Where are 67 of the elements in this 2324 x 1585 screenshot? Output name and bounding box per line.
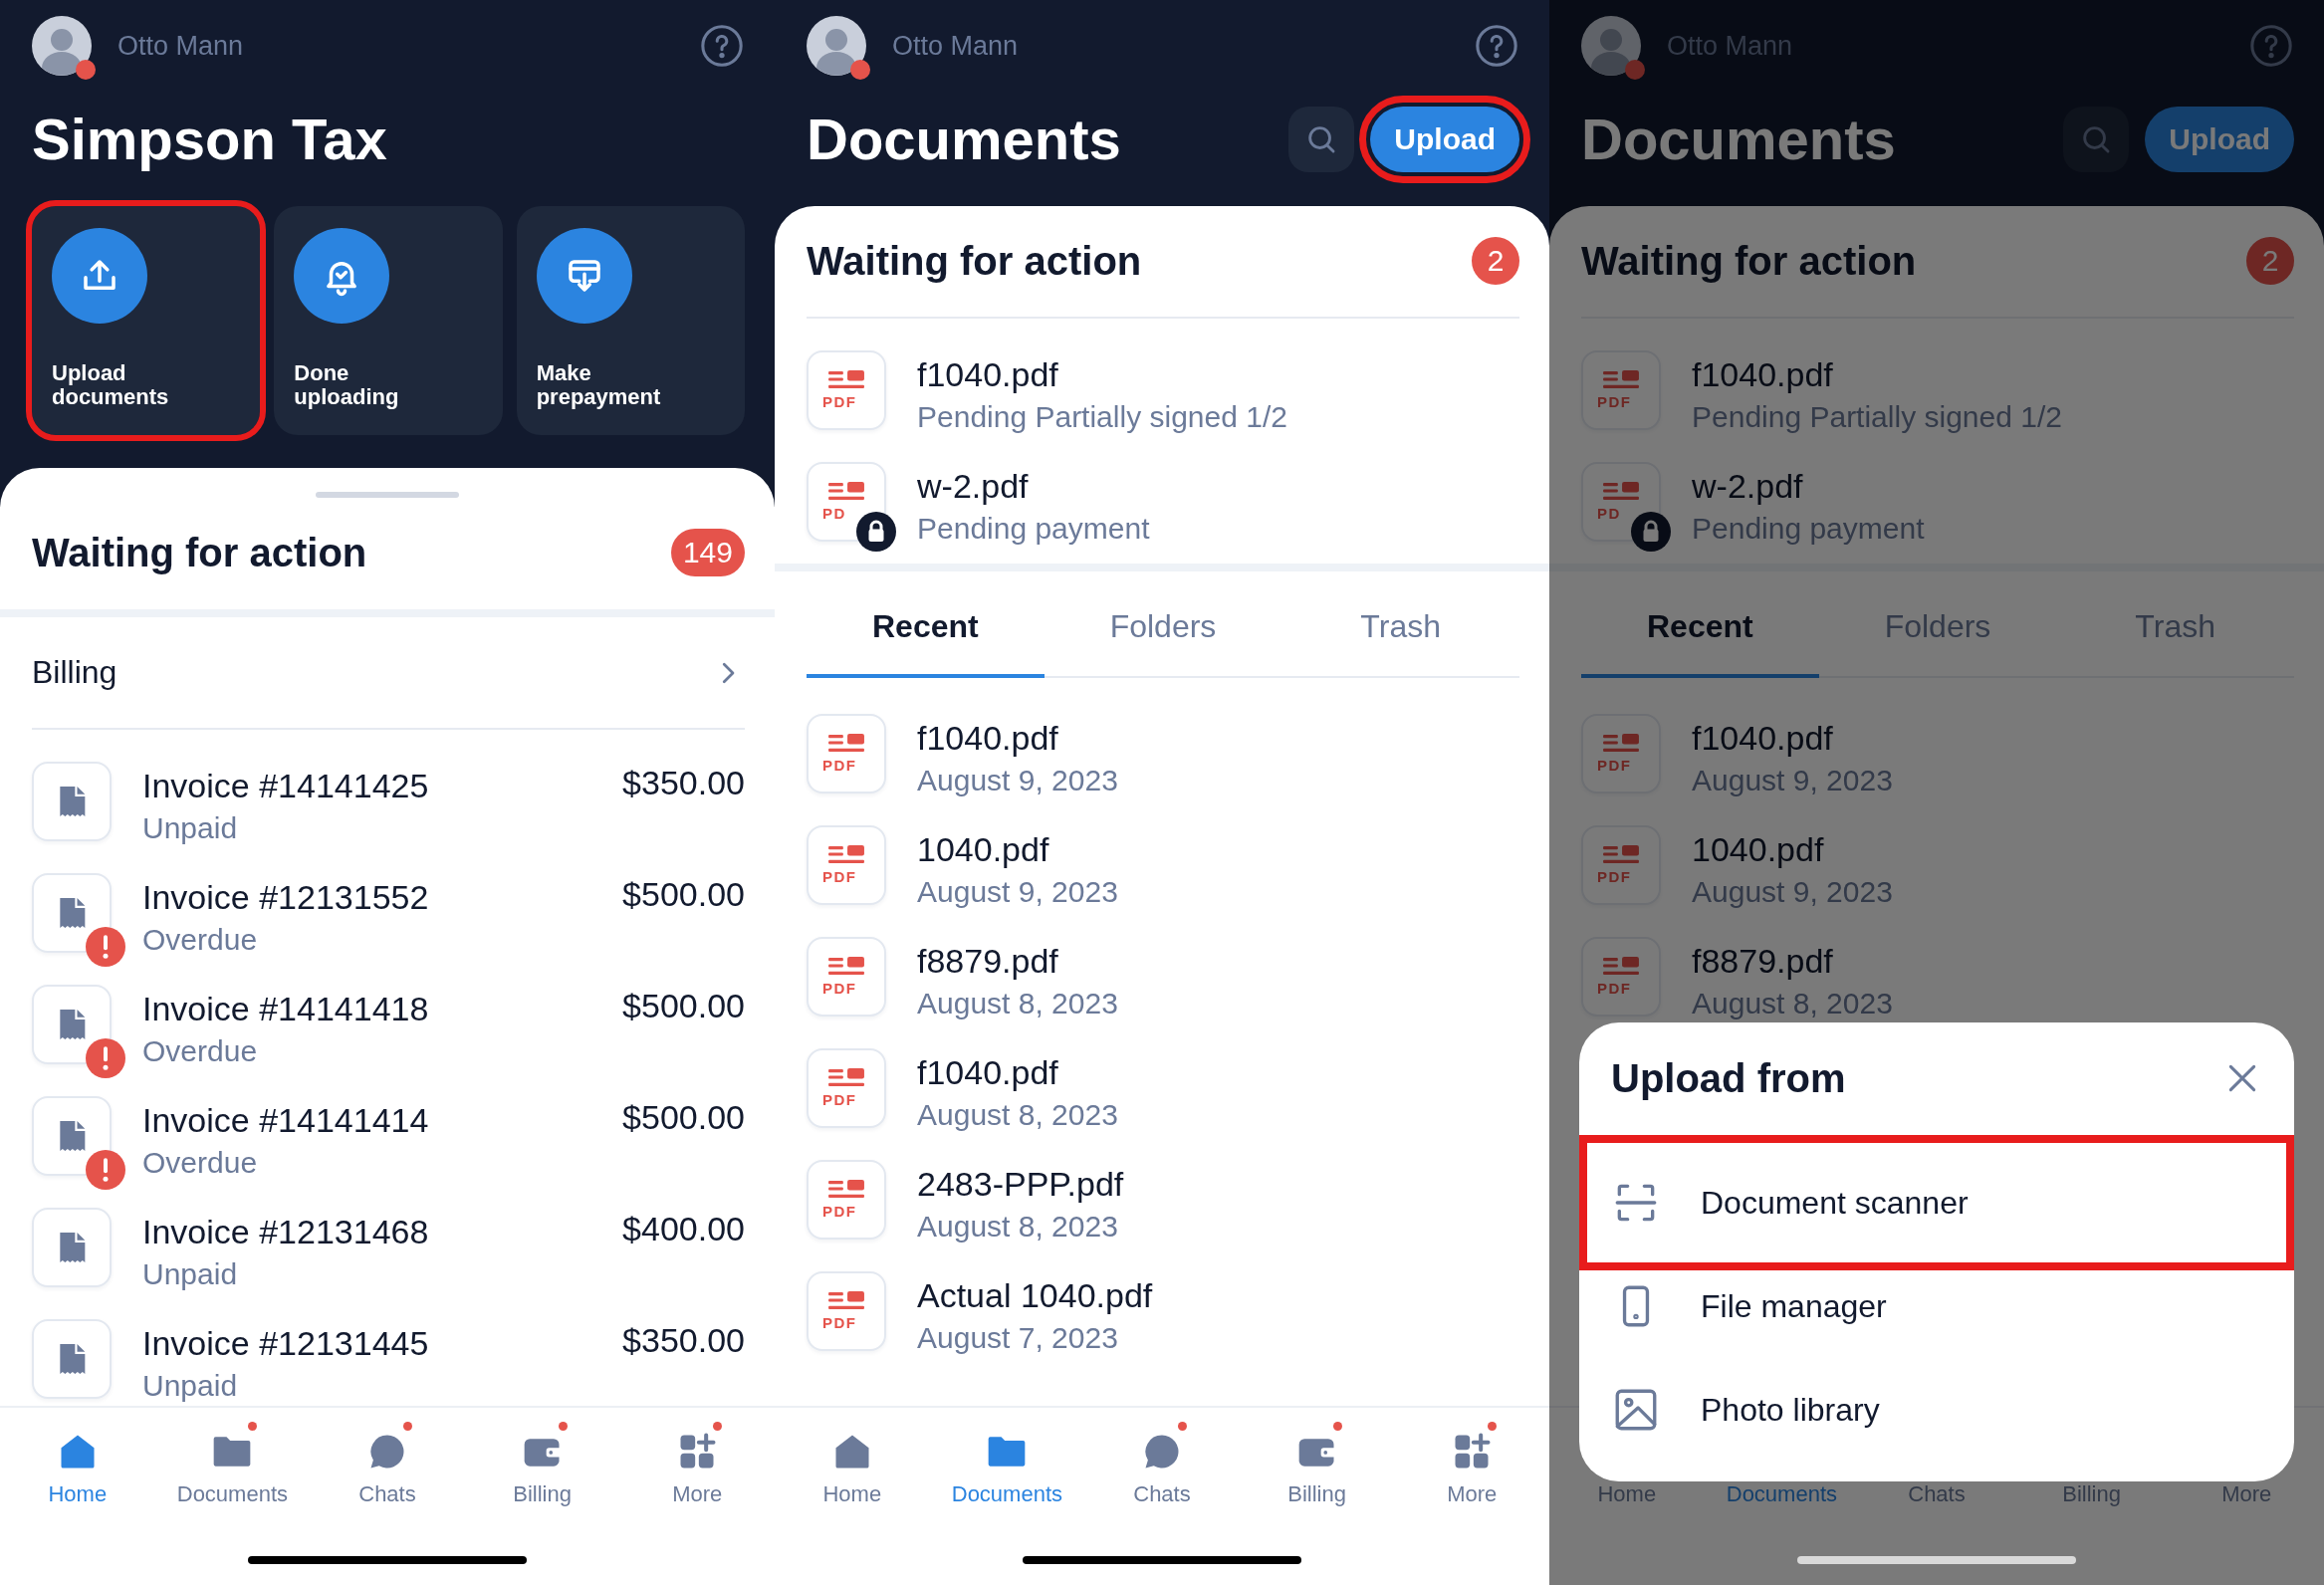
invoice-title: Invoice #12131445 bbox=[142, 1323, 430, 1364]
file-date: August 9, 2023 bbox=[917, 763, 1119, 798]
file-name: w-2.pdf bbox=[1692, 466, 1804, 507]
pdf-icon: PDF bbox=[1581, 714, 1661, 793]
pdf-icon: PDF bbox=[807, 937, 886, 1017]
invoice-amount: $350.00 bbox=[622, 1320, 745, 1361]
file-date: August 7, 2023 bbox=[917, 1320, 1119, 1356]
file-name: w-2.pdf bbox=[917, 466, 1030, 507]
section-title: Waiting for action bbox=[32, 530, 367, 575]
pdf-icon: PDF bbox=[807, 350, 886, 430]
file-date: August 8, 2023 bbox=[1692, 986, 1894, 1021]
file-date: August 9, 2023 bbox=[1692, 874, 1894, 910]
file-name: f1040.pdf bbox=[917, 718, 1059, 759]
file-name: f1040.pdf bbox=[1692, 718, 1834, 759]
file-status: Pending payment bbox=[917, 511, 1151, 547]
pdf-icon: PDF bbox=[807, 1048, 886, 1128]
invoice-amount: $350.00 bbox=[622, 763, 745, 803]
file-date: August 9, 2023 bbox=[1692, 763, 1894, 798]
file-name: Actual 1040.pdf bbox=[917, 1275, 1154, 1316]
file-status: Pending payment bbox=[1692, 511, 1926, 547]
pdf-icon: PDF bbox=[807, 1160, 886, 1240]
invoice-status: Unpaid bbox=[142, 1368, 239, 1404]
section-title: Waiting for action bbox=[807, 238, 1142, 284]
section-title: Waiting for action bbox=[1581, 238, 1917, 284]
file-status: Pending Partially signed 1/2 bbox=[1692, 399, 2063, 435]
invoice-status: Unpaid bbox=[142, 810, 239, 846]
pdf-icon: PDF bbox=[1581, 937, 1661, 1017]
file-status: Pending Partially signed 1/2 bbox=[917, 399, 1288, 435]
pdf-icon: PDF bbox=[1581, 350, 1661, 430]
invoice-amount: $500.00 bbox=[622, 1097, 745, 1138]
user-name: Otto Mann bbox=[117, 30, 245, 62]
invoice-title: Invoice #12131468 bbox=[142, 1212, 430, 1252]
user-name: Otto Mann bbox=[892, 30, 1020, 62]
count-badge: 2 bbox=[2246, 237, 2294, 285]
file-name: f1040.pdf bbox=[917, 1052, 1059, 1093]
invoice-title: Invoice #14141425 bbox=[142, 766, 430, 806]
page-title: Documents bbox=[807, 106, 1122, 173]
file-name: f8879.pdf bbox=[1692, 941, 1834, 982]
page-title: Simpson Tax bbox=[32, 106, 388, 173]
file-name: f8879.pdf bbox=[917, 941, 1059, 982]
file-date: August 8, 2023 bbox=[917, 1209, 1119, 1245]
pdf-icon: PDF bbox=[807, 714, 886, 793]
invoice-status: Overdue bbox=[142, 1145, 259, 1181]
invoice-status: Overdue bbox=[142, 1033, 259, 1069]
invoice-amount: $500.00 bbox=[622, 986, 745, 1026]
pdf-icon: PDF bbox=[807, 825, 886, 905]
file-name: 1040.pdf bbox=[917, 829, 1050, 870]
invoice-amount: $400.00 bbox=[622, 1209, 745, 1249]
file-date: August 8, 2023 bbox=[917, 1097, 1119, 1133]
invoice-amount: $500.00 bbox=[622, 874, 745, 915]
page-title: Documents bbox=[1581, 106, 1897, 173]
file-date: August 9, 2023 bbox=[917, 874, 1119, 910]
count-badge: 2 bbox=[1472, 237, 1519, 285]
pdf-icon: PDF bbox=[807, 1271, 886, 1351]
file-name: 1040.pdf bbox=[1692, 829, 1825, 870]
file-name: 2483-PPP.pdf bbox=[917, 1164, 1125, 1205]
file-name: f1040.pdf bbox=[917, 354, 1059, 395]
pdf-icon: PDF bbox=[1581, 825, 1661, 905]
invoice-title: Invoice #14141418 bbox=[142, 989, 430, 1029]
invoice-title: Invoice #14141414 bbox=[142, 1100, 430, 1141]
count-badge: 149 bbox=[670, 529, 745, 576]
invoice-status: Overdue bbox=[142, 922, 259, 958]
file-name: f1040.pdf bbox=[1692, 354, 1834, 395]
invoice-status: Unpaid bbox=[142, 1256, 239, 1292]
file-date: August 8, 2023 bbox=[917, 986, 1119, 1021]
invoice-title: Invoice #12131552 bbox=[142, 877, 430, 918]
sheet-title: Upload from bbox=[1611, 1055, 1846, 1101]
